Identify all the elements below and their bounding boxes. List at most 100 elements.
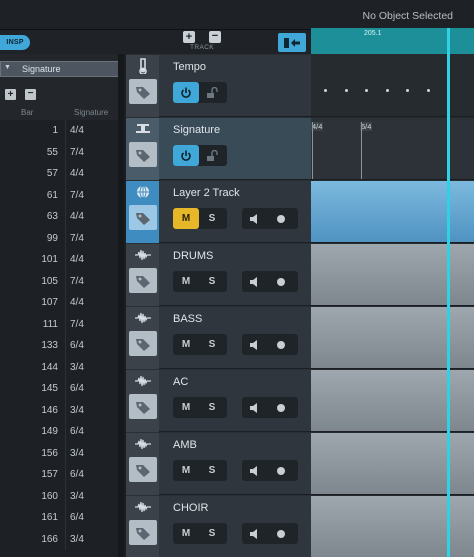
list-item[interactable]: 166 3/4 (0, 528, 118, 550)
speaker-icon[interactable] (242, 271, 268, 292)
track-color-strip[interactable] (126, 181, 159, 243)
inspector-button[interactable]: INSP (0, 35, 30, 50)
list-item[interactable]: 149 6/4 (0, 421, 118, 443)
track-tag-icon[interactable] (129, 520, 157, 545)
track-color-strip[interactable] (126, 55, 159, 117)
mute-button[interactable]: M (173, 397, 199, 418)
signature-list-scrollbar[interactable] (118, 54, 124, 557)
remove-signature-button[interactable]: − (25, 89, 36, 100)
list-item[interactable]: 160 3/4 (0, 485, 118, 507)
record-icon[interactable] (268, 523, 294, 544)
track-amb[interactable]: AMB M S (126, 433, 311, 495)
list-item[interactable]: 161 6/4 (0, 507, 118, 529)
list-item[interactable]: 111 7/4 (0, 313, 118, 335)
speaker-icon[interactable] (242, 397, 268, 418)
track-tag-icon[interactable] (129, 457, 157, 482)
list-item[interactable]: 55 7/4 (0, 141, 118, 163)
list-item[interactable]: 1 4/4 (0, 120, 118, 142)
track-signature[interactable]: Signature (126, 118, 311, 180)
track-tag-icon[interactable] (129, 79, 157, 104)
record-icon[interactable] (268, 460, 294, 481)
lock-icon[interactable] (199, 82, 225, 103)
record-icon[interactable] (268, 334, 294, 355)
list-item[interactable]: 63 4/4 (0, 206, 118, 228)
mute-button[interactable]: M (173, 523, 199, 544)
solo-button[interactable]: S (199, 271, 225, 292)
collapse-arrow-icon[interactable]: ▼ (4, 64, 11, 71)
list-item[interactable]: 105 7/4 (0, 270, 118, 292)
solo-button[interactable]: S (199, 208, 225, 229)
tempo-point[interactable] (386, 89, 389, 92)
track-name[interactable]: Tempo (173, 61, 206, 73)
list-item[interactable]: 156 3/4 (0, 442, 118, 464)
power-icon[interactable] (173, 82, 199, 103)
remove-track-button[interactable]: − (209, 31, 221, 43)
list-item[interactable]: 107 4/4 (0, 292, 118, 314)
tempo-point[interactable] (324, 89, 327, 92)
column-divider (65, 120, 66, 142)
track-color-strip[interactable] (126, 307, 159, 369)
record-icon[interactable] (268, 397, 294, 418)
solo-button[interactable]: S (199, 334, 225, 355)
speaker-icon[interactable] (242, 523, 268, 544)
expand-icon[interactable] (278, 33, 306, 52)
track-tempo[interactable]: Tempo (126, 55, 311, 117)
list-item[interactable]: 99 7/4 (0, 227, 118, 249)
speaker-icon[interactable] (242, 208, 268, 229)
lock-icon[interactable] (199, 145, 225, 166)
track-tag-icon[interactable] (129, 142, 157, 167)
solo-button[interactable]: S (199, 460, 225, 481)
track-name[interactable]: CHOIR (173, 502, 208, 514)
track-tag-icon[interactable] (129, 394, 157, 419)
track-name[interactable]: Layer 2 Track (173, 187, 240, 199)
track-bass[interactable]: BASS M S (126, 307, 311, 369)
record-icon[interactable] (268, 271, 294, 292)
track-name[interactable]: BASS (173, 313, 202, 325)
tempo-point[interactable] (406, 89, 409, 92)
track-tag-icon[interactable] (129, 331, 157, 356)
track-color-strip[interactable] (126, 433, 159, 495)
playhead-cursor[interactable] (447, 28, 450, 557)
track-color-strip[interactable] (126, 496, 159, 557)
track-name[interactable]: AMB (173, 439, 197, 451)
signature-marker-line (361, 122, 362, 179)
mute-button[interactable]: M (173, 271, 199, 292)
record-icon[interactable] (268, 208, 294, 229)
track-color-strip[interactable] (126, 244, 159, 306)
solo-button[interactable]: S (199, 397, 225, 418)
list-item[interactable]: 144 3/4 (0, 356, 118, 378)
list-item[interactable]: 57 4/4 (0, 163, 118, 185)
track-tag-icon[interactable] (129, 205, 157, 230)
speaker-icon[interactable] (242, 460, 268, 481)
mute-button[interactable]: M (173, 208, 199, 229)
power-icon[interactable] (173, 145, 199, 166)
track-name[interactable]: AC (173, 376, 188, 388)
track-color-strip[interactable] (126, 370, 159, 432)
signature-bar-value: 57 (46, 168, 58, 179)
tempo-point[interactable] (345, 89, 348, 92)
track-name[interactable]: Signature (173, 124, 220, 136)
solo-button[interactable]: S (199, 523, 225, 544)
tempo-point[interactable] (365, 89, 368, 92)
list-item[interactable]: 146 3/4 (0, 399, 118, 421)
track-tag-icon[interactable] (129, 268, 157, 293)
add-track-button[interactable]: + (183, 31, 195, 43)
list-item[interactable]: 133 6/4 (0, 335, 118, 357)
mute-button[interactable]: M (173, 334, 199, 355)
speaker-icon[interactable] (242, 334, 268, 355)
track-ac[interactable]: AC M S (126, 370, 311, 432)
track-color-strip[interactable] (126, 118, 159, 180)
mute-button[interactable]: M (173, 460, 199, 481)
list-item[interactable]: 145 6/4 (0, 378, 118, 400)
list-item[interactable]: 157 6/4 (0, 464, 118, 486)
track-drums[interactable]: DRUMS M S (126, 244, 311, 306)
list-item[interactable]: 101 4/4 (0, 249, 118, 271)
track-name[interactable]: DRUMS (173, 250, 213, 262)
track-choir[interactable]: CHOIR M S (126, 496, 311, 557)
signature-list-header[interactable]: ▼ Signature (0, 61, 120, 77)
add-signature-button[interactable]: + (5, 89, 16, 100)
track-layer-2-track[interactable]: Layer 2 Track M S (126, 181, 311, 243)
list-item[interactable]: 61 7/4 (0, 184, 118, 206)
monitor-record-group (242, 523, 298, 544)
tempo-point[interactable] (427, 89, 430, 92)
